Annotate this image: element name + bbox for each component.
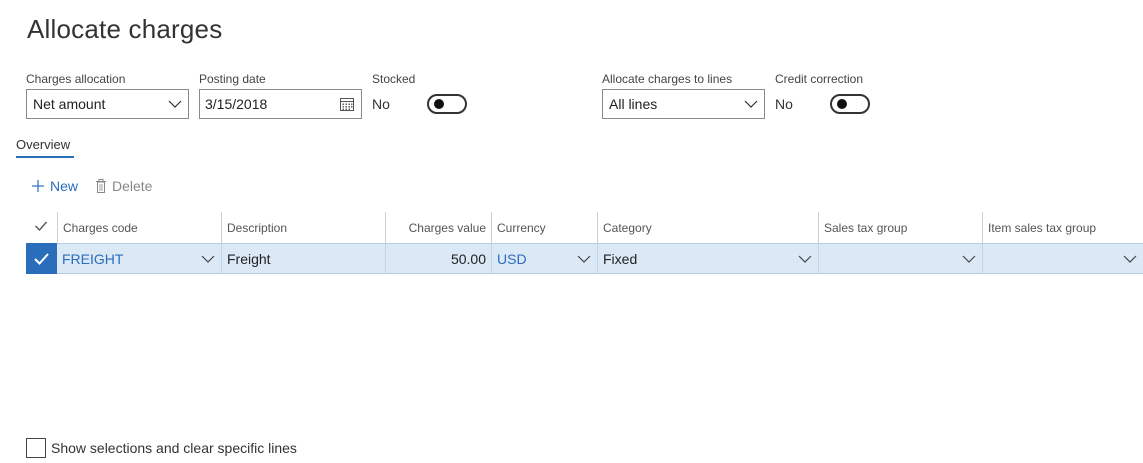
stocked-toggle[interactable] (427, 94, 467, 114)
currency-value: USD (497, 251, 527, 267)
show-selections-checkbox[interactable] (26, 438, 46, 458)
tab-overview[interactable]: Overview (16, 137, 70, 158)
delete-button-label: Delete (112, 178, 153, 194)
charges-code-cell[interactable]: FREIGHT (57, 244, 221, 273)
credit-correction-label: Credit correction (775, 72, 864, 86)
allocate-lines-value: All lines (609, 96, 658, 112)
calendar-icon[interactable] (339, 96, 355, 112)
stocked-value: No (372, 96, 390, 112)
column-header-currency[interactable]: Currency (491, 212, 597, 243)
item-sales-tax-group-cell[interactable] (982, 244, 1143, 273)
column-header-sales-tax-group[interactable]: Sales tax group (818, 212, 982, 243)
column-header-charges-code[interactable]: Charges code (57, 212, 221, 243)
row-select-checkbox[interactable] (26, 243, 57, 274)
new-button[interactable]: New (31, 178, 78, 194)
checkmark-icon (34, 253, 49, 265)
category-value: Fixed (603, 251, 638, 267)
table-row[interactable]: FREIGHT Freight 50.00 USD Fixed (26, 243, 1143, 274)
currency-cell[interactable]: USD (491, 244, 597, 273)
chevron-down-icon[interactable] (201, 252, 215, 266)
new-button-label: New (50, 178, 79, 194)
checkmark-icon (35, 221, 48, 232)
charges-code-value: FREIGHT (62, 251, 124, 267)
column-header-category[interactable]: Category (597, 212, 818, 243)
sales-tax-group-cell[interactable] (818, 244, 982, 273)
chevron-down-icon (744, 100, 758, 108)
description-cell[interactable]: Freight (221, 244, 385, 273)
charges-value-value: 50.00 (450, 251, 486, 267)
credit-correction-value: No (775, 96, 793, 112)
chevron-down-icon[interactable] (962, 252, 976, 266)
select-all-checkbox[interactable] (26, 212, 57, 243)
chevron-down-icon[interactable] (1123, 252, 1137, 266)
toggle-knob (837, 99, 847, 109)
page-title: Allocate charges (27, 14, 223, 44)
allocate-lines-dropdown[interactable]: All lines (602, 89, 765, 119)
delete-button[interactable]: Delete (95, 178, 152, 194)
charges-allocation-dropdown[interactable]: Net amount (26, 89, 189, 119)
posting-date-label: Posting date (199, 72, 266, 86)
charges-value-cell[interactable]: 50.00 (385, 244, 491, 273)
column-header-charges-value[interactable]: Charges value (385, 212, 491, 243)
charges-allocation-label: Charges allocation (26, 72, 126, 86)
column-header-item-sales-tax-group[interactable]: Item sales tax group (982, 212, 1143, 243)
description-value: Freight (227, 251, 271, 267)
trash-icon (96, 179, 106, 193)
column-header-description[interactable]: Description (221, 212, 385, 243)
category-cell[interactable]: Fixed (597, 244, 818, 273)
grid-header: Charges code Description Charges value C… (26, 212, 1143, 243)
credit-correction-toggle[interactable] (830, 94, 870, 114)
posting-date-value: 3/15/2018 (205, 96, 268, 112)
show-selections-label: Show selections and clear specific lines (51, 440, 297, 456)
chevron-down-icon[interactable] (798, 252, 812, 266)
plus-icon (32, 180, 44, 192)
toggle-knob (434, 99, 444, 109)
tab-overview-underline (16, 156, 74, 158)
chevron-down-icon[interactable] (577, 252, 591, 266)
chevron-down-icon (168, 100, 182, 108)
posting-date-input[interactable]: 3/15/2018 (199, 89, 362, 119)
allocate-lines-label: Allocate charges to lines (602, 72, 733, 86)
charges-allocation-value: Net amount (33, 96, 106, 112)
stocked-label: Stocked (372, 72, 416, 86)
